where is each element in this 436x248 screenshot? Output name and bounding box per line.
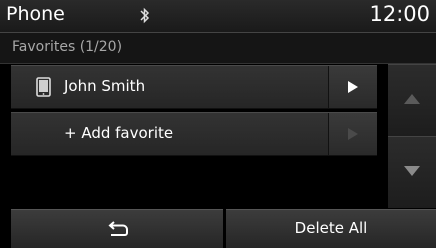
scroll-down-button[interactable] xyxy=(388,136,436,208)
phone-device-icon xyxy=(36,77,51,97)
play-arrow-icon xyxy=(348,81,358,93)
play-arrow-icon xyxy=(348,128,358,140)
favorite-name: John Smith xyxy=(64,77,146,95)
bottom-bar: Delete All xyxy=(0,209,436,248)
favorite-call-button[interactable] xyxy=(328,66,377,108)
bluetooth-icon xyxy=(140,7,150,24)
back-arrow-icon xyxy=(108,221,128,236)
app-title: Phone xyxy=(6,3,65,25)
add-favorite-arrow-button xyxy=(328,113,377,155)
triangle-down-icon xyxy=(404,166,420,176)
add-favorite-label: + Add favorite xyxy=(64,124,174,142)
triangle-up-icon xyxy=(404,94,420,104)
delete-all-button[interactable]: Delete All xyxy=(226,209,436,248)
delete-all-label: Delete All xyxy=(294,219,368,237)
favorites-count: Favorites (1/20) xyxy=(12,39,123,55)
status-bar: Phone 12:00 xyxy=(0,0,436,33)
scroll-up-button[interactable] xyxy=(388,64,436,136)
favorites-header: Favorites (1/20) xyxy=(0,33,436,64)
clock: 12:00 xyxy=(369,2,430,26)
back-button[interactable] xyxy=(11,209,223,248)
add-favorite-item[interactable]: + Add favorite xyxy=(11,112,377,156)
favorite-item-john-smith[interactable]: John Smith xyxy=(11,65,377,109)
